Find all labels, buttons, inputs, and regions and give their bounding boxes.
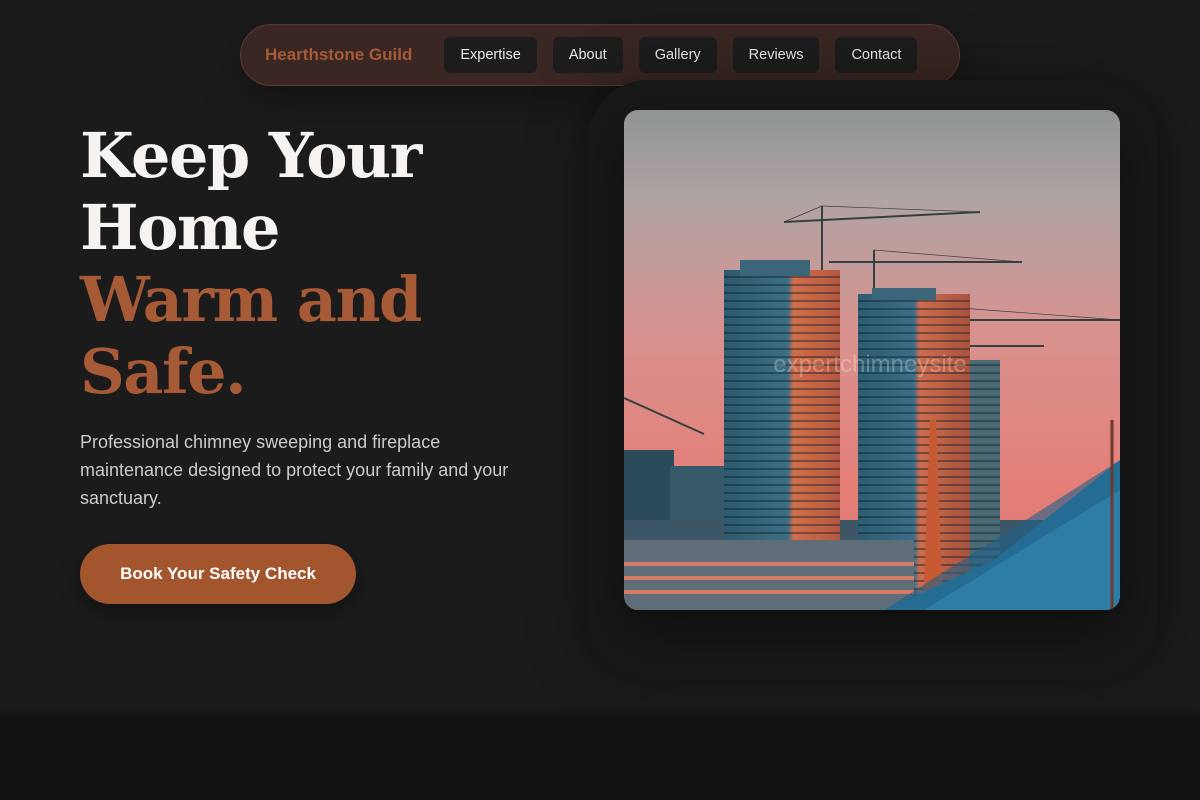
image-watermark: expertchimneysite xyxy=(773,351,966,378)
nav-link-contact[interactable]: Contact xyxy=(835,37,918,73)
top-nav: Hearthstone Guild Expertise About Galler… xyxy=(240,24,960,86)
headline-accent-line-1: Warm and xyxy=(80,263,422,336)
hero-headline: Keep Your Home Warm and Safe. xyxy=(80,119,422,408)
headline-accent-line-2: Safe. xyxy=(80,335,247,408)
brand-logo[interactable]: Hearthstone Guild xyxy=(265,45,412,65)
book-safety-check-button[interactable]: Book Your Safety Check xyxy=(80,544,356,604)
nav-link-about[interactable]: About xyxy=(552,37,623,73)
nav-link-expertise[interactable]: Expertise xyxy=(444,37,537,73)
hero-image: expertchimneysite xyxy=(624,110,1120,610)
nav-link-gallery[interactable]: Gallery xyxy=(638,37,717,73)
nav-links: Expertise About Gallery Reviews Contact xyxy=(444,37,918,73)
hero-subtitle: Professional chimney sweeping and firepl… xyxy=(80,432,509,508)
headline-line-1: Keep Your xyxy=(80,119,422,192)
next-section-band xyxy=(0,706,1200,800)
headline-line-2: Home xyxy=(80,191,280,264)
nav-link-reviews[interactable]: Reviews xyxy=(732,37,820,73)
